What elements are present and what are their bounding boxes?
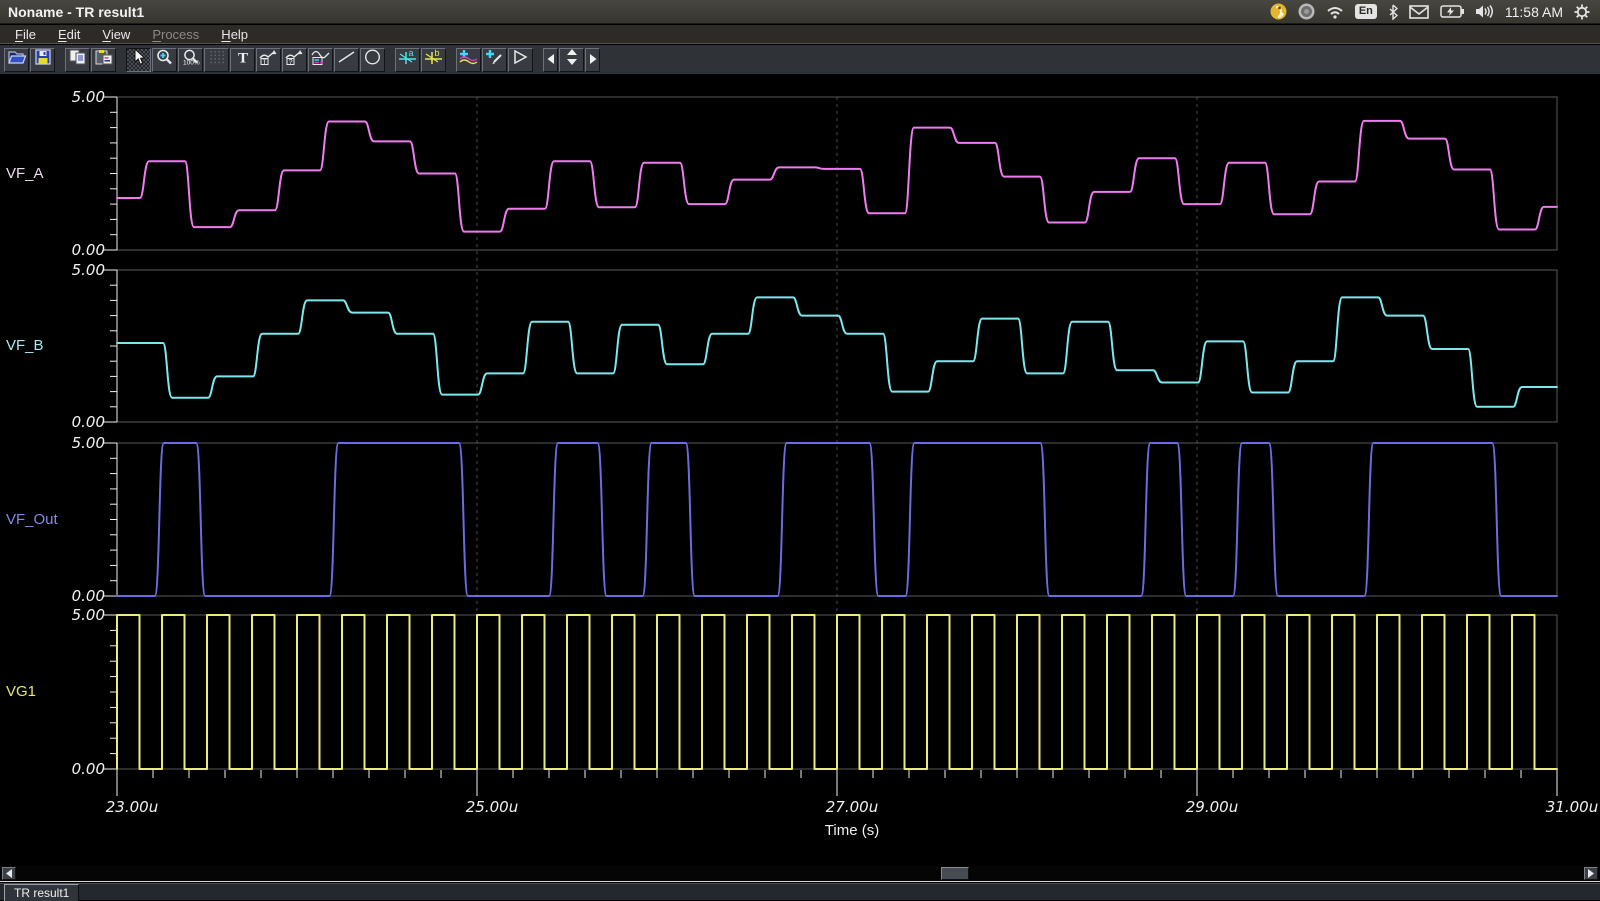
spin-updown-icon bbox=[566, 48, 578, 71]
zoom-in-button[interactable] bbox=[152, 48, 177, 72]
menu-help[interactable]: Help bbox=[212, 26, 257, 43]
zoom-in-icon bbox=[156, 49, 173, 70]
draw-ellipse-button[interactable] bbox=[360, 48, 385, 72]
menu-bar: FileEditViewProcessHelp bbox=[0, 25, 1600, 44]
plus-probe-icon bbox=[485, 49, 504, 70]
add-text-button[interactable]: T bbox=[230, 48, 255, 72]
plot-frame-vf_out bbox=[104, 443, 1557, 596]
menu-edit[interactable]: Edit bbox=[49, 26, 89, 43]
system-tray: En 11:58 AM bbox=[1270, 3, 1600, 20]
cursor-icon bbox=[132, 49, 146, 70]
select-cursor-button[interactable] bbox=[126, 48, 151, 72]
copy-button[interactable] bbox=[65, 48, 90, 72]
curve-arrow-t-icon: T bbox=[259, 49, 278, 70]
cursor-b-button[interactable]: b bbox=[421, 48, 446, 72]
arrow-left-icon bbox=[547, 51, 555, 69]
grid-dots-icon bbox=[209, 50, 225, 69]
curve-pointer-t-button[interactable]: T bbox=[256, 48, 281, 72]
plot-frame-vf_a bbox=[104, 97, 1557, 250]
nav-spin-button[interactable] bbox=[559, 48, 584, 72]
svg-text:b: b bbox=[435, 49, 440, 58]
volume-circle-icon[interactable] bbox=[1298, 3, 1315, 20]
toolbar-separator bbox=[534, 48, 543, 72]
toolbar-separator bbox=[386, 48, 395, 72]
menu-file[interactable]: File bbox=[6, 26, 45, 43]
bird-icon[interactable] bbox=[1270, 3, 1287, 20]
waveform-plot-area: VF_A5.000.00VF_B5.000.00VF_Out5.000.00VG… bbox=[0, 75, 1600, 866]
draw-line-button[interactable] bbox=[334, 48, 359, 72]
paste-button[interactable] bbox=[91, 48, 116, 72]
menu-view[interactable]: View bbox=[93, 26, 139, 43]
svg-text:100%: 100% bbox=[183, 60, 200, 66]
run-button[interactable] bbox=[508, 48, 533, 72]
keyboard-en-badge[interactable]: En bbox=[1355, 4, 1377, 19]
curve-arrow-q-icon: ? bbox=[285, 49, 304, 70]
snap-grid-button[interactable] bbox=[204, 48, 229, 72]
window-title: Noname - TR result1 bbox=[8, 4, 144, 20]
scroll-left-arrow-icon bbox=[5, 869, 13, 878]
svg-text:a: a bbox=[409, 49, 414, 58]
wifi-icon[interactable] bbox=[1326, 5, 1344, 19]
svg-text:T: T bbox=[238, 51, 248, 66]
result-tab-bar: TR result1 bbox=[0, 883, 1600, 900]
power-gear-icon[interactable] bbox=[1574, 4, 1590, 20]
text-T-icon: T bbox=[236, 49, 250, 70]
horizontal-scrollbar[interactable] bbox=[0, 866, 1600, 882]
zoom-100-icon: 100% bbox=[182, 49, 200, 70]
tray-clock[interactable]: 11:58 AM bbox=[1505, 4, 1563, 20]
toolbar: 100% T T? a b bbox=[0, 45, 1600, 75]
add-curves-button[interactable] bbox=[456, 48, 481, 72]
tab-tr-result1[interactable]: TR result1 bbox=[4, 884, 79, 901]
scroll-right-button[interactable] bbox=[1584, 867, 1598, 880]
toolbar-separator bbox=[447, 48, 456, 72]
svg-text:?: ? bbox=[289, 59, 293, 65]
bluetooth-icon[interactable] bbox=[1388, 4, 1398, 20]
scroll-left-button[interactable] bbox=[2, 867, 16, 880]
nav-left-button[interactable] bbox=[543, 48, 558, 72]
floppy-icon bbox=[35, 49, 51, 70]
line-icon bbox=[338, 50, 355, 69]
waveform-vg1 bbox=[117, 615, 1557, 769]
open-button[interactable] bbox=[4, 48, 29, 72]
curve-pointer-q-button[interactable]: ? bbox=[282, 48, 307, 72]
ellipse-icon bbox=[364, 49, 381, 70]
folder-open-icon bbox=[7, 49, 27, 70]
paste-icon bbox=[95, 49, 113, 70]
title-bar: Noname - TR result1 En 11:58 AM bbox=[0, 0, 1600, 24]
speaker-icon[interactable] bbox=[1475, 4, 1494, 19]
toolbar-separator bbox=[117, 48, 126, 72]
plot-frame-vf_b bbox=[104, 270, 1557, 422]
crosshair-a-icon: a bbox=[398, 49, 417, 70]
play-icon bbox=[513, 49, 528, 70]
x-axis-ticks bbox=[117, 770, 1557, 796]
copy-icon bbox=[69, 49, 87, 70]
plus-waves-icon bbox=[459, 49, 478, 70]
scroll-right-arrow-icon bbox=[1587, 869, 1595, 878]
scrollbar-thumb[interactable] bbox=[941, 867, 969, 880]
menu-process: Process bbox=[143, 26, 208, 43]
zoom-100-button[interactable]: 100% bbox=[178, 48, 203, 72]
crosshair-b-icon: b bbox=[424, 49, 443, 70]
mail-icon[interactable] bbox=[1409, 5, 1429, 19]
wave-legend-button[interactable] bbox=[308, 48, 333, 72]
save-button[interactable] bbox=[30, 48, 55, 72]
toolbar-separator bbox=[56, 48, 65, 72]
probe-button[interactable] bbox=[482, 48, 507, 72]
nav-right-button[interactable] bbox=[585, 48, 600, 72]
svg-text:T: T bbox=[263, 59, 267, 65]
waveform-vf_b bbox=[117, 297, 1557, 406]
battery-icon[interactable] bbox=[1440, 5, 1464, 18]
wave-legend-icon bbox=[311, 49, 330, 70]
waveform-canvas[interactable] bbox=[0, 80, 1600, 866]
plot-frame-vg1 bbox=[104, 615, 1557, 769]
cursor-a-button[interactable]: a bbox=[395, 48, 420, 72]
arrow-right-icon bbox=[589, 51, 597, 69]
